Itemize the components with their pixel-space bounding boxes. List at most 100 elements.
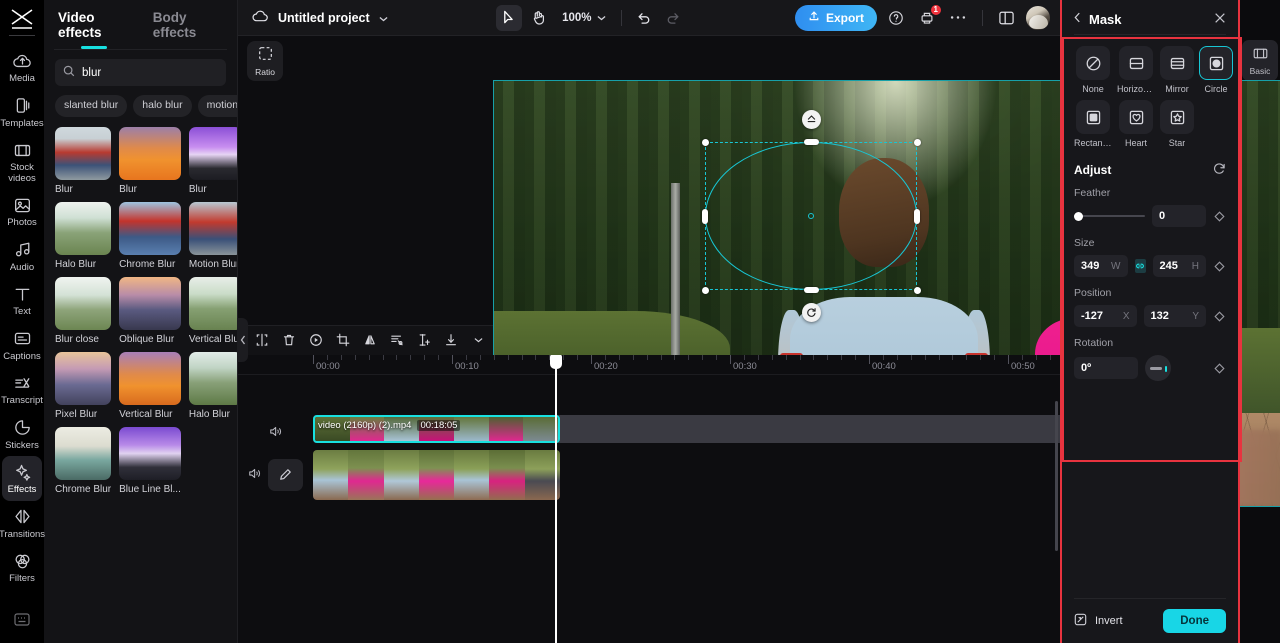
effect-item[interactable]: Chrome Blur xyxy=(55,427,112,495)
mask-shape-none[interactable]: None xyxy=(1074,46,1112,94)
effect-item[interactable]: Blur xyxy=(188,127,237,195)
mask-handle-top[interactable] xyxy=(803,139,819,145)
size-height-input[interactable]: 245 H xyxy=(1152,255,1206,277)
help-icon[interactable] xyxy=(884,6,908,30)
speaker-icon[interactable] xyxy=(269,425,283,441)
panel-collapse-button[interactable] xyxy=(237,318,248,362)
timeline[interactable]: 00:00 00:10 00:20 00:30 00:40 00:50 vide… xyxy=(238,354,1060,643)
search-chip[interactable]: halo blur xyxy=(133,95,192,117)
sidebar-item-media[interactable]: Media xyxy=(2,45,42,90)
mask-handle-bottom-right[interactable] xyxy=(913,286,921,294)
download-icon[interactable] xyxy=(439,328,463,352)
more-dots-icon[interactable] xyxy=(946,6,970,30)
zoom-level-selector[interactable]: 100% xyxy=(556,12,611,24)
size-width-input[interactable]: 349 W xyxy=(1074,255,1128,277)
effect-item[interactable]: Chrome Blur xyxy=(119,202,181,270)
timeline-scrollbar[interactable] xyxy=(1055,400,1058,551)
effect-item[interactable]: Blur close xyxy=(55,277,112,345)
export-button[interactable]: Export xyxy=(794,4,877,31)
mask-shape-rectang[interactable]: Rectang... xyxy=(1074,100,1112,148)
panel-layout-icon[interactable] xyxy=(995,6,1019,30)
search-input[interactable] xyxy=(82,66,236,79)
speaker-icon[interactable] xyxy=(248,467,262,483)
effect-item[interactable]: Halo Blur xyxy=(188,352,237,420)
tab-body-effects[interactable]: Body effects xyxy=(153,10,223,49)
mask-handle-bottom[interactable] xyxy=(803,287,819,293)
sidebar-item-photos[interactable]: Photos xyxy=(2,189,42,234)
rotation-input[interactable]: 0º xyxy=(1074,357,1138,379)
right-tab-basic[interactable]: Basic xyxy=(1242,40,1278,81)
playhead-handle[interactable] xyxy=(550,354,562,369)
speed-icon[interactable] xyxy=(304,328,328,352)
keyframe-icon[interactable] xyxy=(1213,362,1226,374)
search-box[interactable] xyxy=(55,59,253,86)
effect-item[interactable]: Blue Line Bl... xyxy=(119,427,181,495)
invert-icon[interactable] xyxy=(1074,613,1087,629)
ratio-button[interactable]: Ratio xyxy=(247,41,283,81)
sidebar-item-transitions[interactable]: Transitions xyxy=(0,501,45,546)
feather-slider[interactable] xyxy=(1074,211,1145,221)
mask-shape-star[interactable]: Star xyxy=(1160,100,1194,148)
close-icon[interactable] xyxy=(1214,12,1226,27)
effect-item[interactable]: Vertical Blur xyxy=(188,277,237,345)
hand-tool-icon[interactable] xyxy=(526,5,552,31)
playhead[interactable] xyxy=(550,354,562,643)
split-icon[interactable] xyxy=(250,328,274,352)
mask-handle-bottom-left[interactable] xyxy=(701,286,709,294)
invert-label[interactable]: Invert xyxy=(1095,615,1123,627)
rotation-dial[interactable] xyxy=(1145,355,1171,381)
link-ratio-icon[interactable] xyxy=(1134,259,1146,273)
pen-edit-icon[interactable] xyxy=(268,458,303,491)
project-info[interactable]: Untitled project xyxy=(252,10,388,26)
chevron-left-icon[interactable] xyxy=(1074,12,1081,26)
position-y-input[interactable]: 132 Y xyxy=(1143,305,1206,327)
keyframe-icon[interactable] xyxy=(1213,260,1226,272)
notification-icon[interactable]: 1 xyxy=(915,3,942,30)
sidebar-item-stickers[interactable]: Stickers xyxy=(2,412,42,457)
tab-video-effects[interactable]: Video effects xyxy=(58,10,131,49)
search-chip[interactable]: motion blur xyxy=(197,95,237,117)
reset-icon[interactable] xyxy=(1213,162,1226,178)
keyframe-icon[interactable] xyxy=(1213,310,1226,322)
effect-item[interactable]: Oblique Blur xyxy=(119,277,181,345)
mask-shape-mirror[interactable]: Mirror xyxy=(1160,46,1194,94)
sidebar-item-effects[interactable]: Effects xyxy=(2,456,42,501)
feather-input[interactable]: 0 xyxy=(1152,205,1206,227)
timeline-clip-secondary[interactable] xyxy=(313,449,560,500)
sidebar-item-filters[interactable]: Filters xyxy=(2,545,42,590)
sidebar-item-captions[interactable]: Captions xyxy=(2,323,42,368)
rotate-handle-icon[interactable] xyxy=(801,303,821,322)
effect-item[interactable]: Blur xyxy=(55,127,112,195)
chevron-down-icon[interactable] xyxy=(466,328,490,352)
mask-overlay[interactable] xyxy=(701,110,921,322)
mirror-icon[interactable] xyxy=(358,328,382,352)
mask-shape-heart[interactable]: Heart xyxy=(1117,100,1155,148)
sidebar-item-audio[interactable]: Audio xyxy=(2,234,42,279)
delete-icon[interactable] xyxy=(277,328,301,352)
effect-item[interactable]: Halo Blur xyxy=(55,202,112,270)
sidebar-item-templates[interactable]: Templates xyxy=(0,90,44,135)
position-x-input[interactable]: -127 X xyxy=(1074,305,1137,327)
chevron-down-icon[interactable] xyxy=(379,11,388,25)
mask-handle-top-left[interactable] xyxy=(701,138,709,146)
mask-handle-left[interactable] xyxy=(702,208,708,224)
effect-item[interactable]: Pixel Blur xyxy=(55,352,112,420)
mask-handle-top-right[interactable] xyxy=(913,138,921,146)
sidebar-item-stock-videos[interactable]: Stock videos xyxy=(2,134,42,189)
done-button[interactable]: Done xyxy=(1163,609,1226,633)
keyframe-icon[interactable] xyxy=(1213,210,1226,222)
mask-shape-horizon[interactable]: Horizon... xyxy=(1117,46,1155,94)
redo-icon[interactable] xyxy=(661,5,687,31)
shortcuts-icon[interactable] xyxy=(14,613,30,629)
search-chip[interactable]: slanted blur xyxy=(55,95,128,117)
effect-item[interactable]: Vertical Blur xyxy=(119,352,181,420)
effect-item[interactable]: Blur xyxy=(119,127,181,195)
cursor-tool-icon[interactable] xyxy=(496,4,523,31)
auto-cut-icon[interactable] xyxy=(385,328,409,352)
mask-handle-right[interactable] xyxy=(914,208,920,224)
capcut-logo[interactable] xyxy=(7,6,37,32)
timeline-ruler[interactable]: 00:00 00:10 00:20 00:30 00:40 00:50 xyxy=(238,354,1060,375)
user-avatar[interactable] xyxy=(1025,5,1050,30)
effect-item[interactable]: Motion Blur xyxy=(188,202,237,270)
sidebar-item-text[interactable]: Text xyxy=(2,278,42,323)
